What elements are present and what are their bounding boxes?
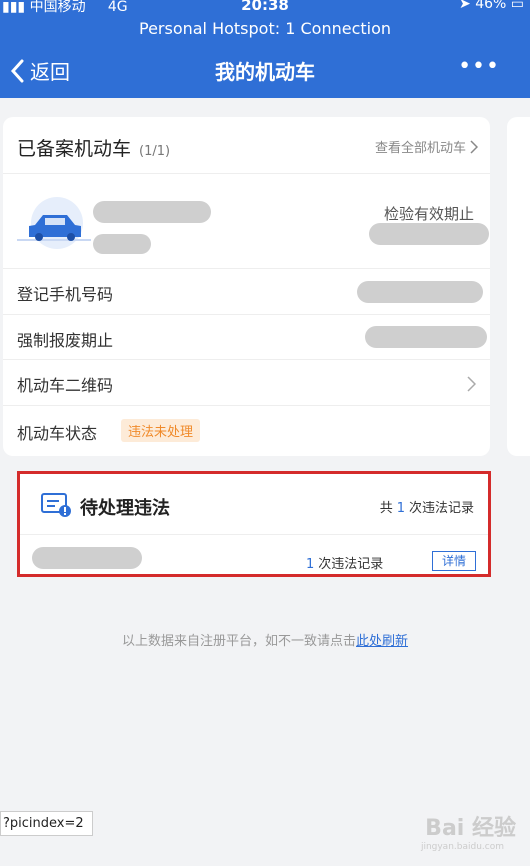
qr-code-row-label: 机动车二维码 bbox=[17, 376, 114, 395]
redacted-plate bbox=[93, 201, 211, 223]
vehicle-count: (1/1) bbox=[139, 144, 171, 159]
more-button[interactable]: ••• bbox=[458, 54, 500, 79]
car-icon bbox=[17, 197, 91, 249]
baidu-watermark: Bai 经验 bbox=[425, 816, 516, 841]
violation-total-count: 1 bbox=[396, 501, 405, 516]
violation-total: 共 1 次违法记录 bbox=[380, 497, 474, 516]
violation-total-prefix: 共 bbox=[379, 501, 393, 516]
redacted-vehicle-type bbox=[93, 234, 151, 254]
url-tooltip: ?picindex=2 bbox=[0, 811, 93, 836]
footer-text: 以上数据来自注册平台，如不一致请点击 bbox=[121, 634, 356, 649]
pending-violation-card: 待处理违法 共 1 次违法记录 1 次违法记录 详情 bbox=[17, 471, 491, 577]
location-icon: ➤ bbox=[459, 0, 471, 12]
redacted-inspection-date bbox=[369, 223, 489, 245]
battery-icon: ▭ bbox=[510, 0, 524, 12]
battery-percent: 46% bbox=[475, 0, 507, 12]
navbar: 返回 我的机动车 ••• bbox=[0, 42, 530, 98]
status-bar: ▮▮▮ 中国移动 4G 20:38 ➤ 46% ▭ Personal Hotsp… bbox=[0, 0, 530, 42]
divider bbox=[3, 314, 490, 315]
status-badge: 违法未处理 bbox=[121, 419, 201, 442]
footer-note: 以上数据来自注册平台，如不一致请点击此处刷新 bbox=[0, 630, 530, 649]
chevron-right-icon bbox=[470, 139, 478, 154]
divider bbox=[20, 534, 488, 535]
redacted-phone bbox=[357, 281, 483, 303]
divider bbox=[3, 405, 490, 406]
scrap-date-row-label: 强制报废期止 bbox=[17, 331, 114, 350]
hotspot-banner[interactable]: Personal Hotspot: 1 Connection bbox=[0, 19, 530, 38]
violation-total-suffix: 次违法记录 bbox=[408, 501, 474, 516]
status-time: 20:38 bbox=[241, 0, 289, 14]
divider bbox=[3, 268, 490, 269]
redacted-violation-plate bbox=[32, 547, 142, 569]
refresh-link[interactable]: 此处刷新 bbox=[356, 634, 408, 649]
detail-button[interactable]: 详情 bbox=[431, 551, 476, 571]
violation-row-count: 1 次违法记录 bbox=[306, 553, 383, 572]
view-all-vehicles-link[interactable]: 查看全部机动车 bbox=[375, 137, 478, 156]
next-vehicle-card-edge[interactable] bbox=[507, 117, 530, 456]
vehicle-card: 已备案机动车 (1/1) 查看全部机动车 检验有效期止 登记手机号码 强制报废期止… bbox=[3, 117, 490, 456]
page-title: 我的机动车 bbox=[215, 60, 315, 84]
violation-row-suffix: 次违法记录 bbox=[318, 557, 384, 572]
baidu-watermark-url: jingyan.baidu.com bbox=[420, 842, 504, 852]
vehicle-card-title-text: 已备案机动车 bbox=[17, 138, 132, 160]
phone-row-label: 登记手机号码 bbox=[17, 285, 114, 304]
qr-code-row[interactable]: 机动车二维码 bbox=[3, 360, 490, 405]
inspection-label: 检验有效期止 bbox=[383, 205, 474, 223]
violation-row-number: 1 bbox=[306, 557, 315, 572]
vehicle-status-row-label: 机动车状态 bbox=[17, 424, 98, 443]
divider bbox=[3, 173, 490, 174]
chevron-right-icon bbox=[467, 376, 476, 392]
violation-document-icon bbox=[41, 493, 71, 517]
pending-violation-title: 待处理违法 bbox=[80, 498, 170, 519]
redacted-scrap-date bbox=[365, 326, 487, 348]
status-right: ➤ 46% ▭ bbox=[459, 0, 524, 12]
vehicle-card-title: 已备案机动车 (1/1) bbox=[17, 134, 170, 161]
view-all-label: 查看全部机动车 bbox=[374, 141, 466, 156]
